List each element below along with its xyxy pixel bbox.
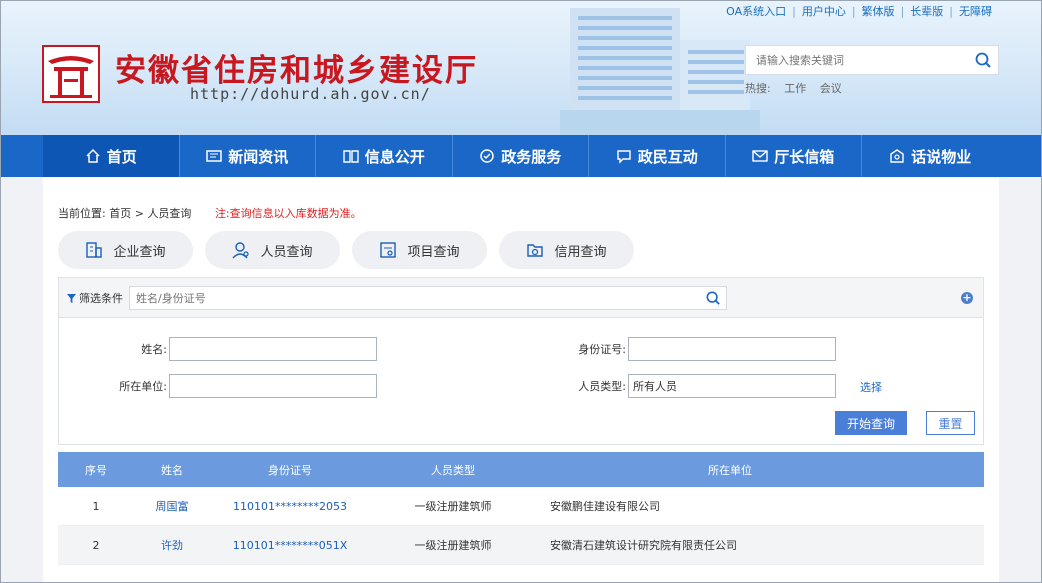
filter-label: 筛选条件 xyxy=(67,290,123,306)
col-header: 身份证号 xyxy=(268,463,312,477)
pavilion-logo-icon xyxy=(48,56,94,98)
col-header: 序号 xyxy=(85,463,107,477)
data-note: 注:查询信息以入库数据为准。 xyxy=(214,207,362,220)
tab-person-query[interactable]: 人员查询 xyxy=(205,231,340,269)
tab-credit-query[interactable]: 信用查询 xyxy=(499,231,634,269)
hot-word[interactable]: 工作 xyxy=(784,82,806,95)
oa-link[interactable]: OA系统入口 xyxy=(726,3,786,19)
funnel-icon xyxy=(67,293,76,303)
breadcrumb: 当前位置: 首页 > 人员查询 注:查询信息以入库数据为准。 xyxy=(58,207,362,220)
tab-project-query[interactable]: 项目查询 xyxy=(352,231,487,269)
person-name-link[interactable]: 周国富 xyxy=(134,498,210,514)
reset-button[interactable]: 重置 xyxy=(926,411,975,435)
id-row: 身份证号: xyxy=(549,337,836,361)
book-icon xyxy=(343,149,359,163)
person-type: 一级注册建筑师 xyxy=(414,539,492,552)
filter-bar: 筛选条件 + xyxy=(59,278,983,318)
type-field[interactable] xyxy=(628,374,836,398)
hot-search: 热搜: 工作 会议 xyxy=(745,80,852,96)
mail-icon xyxy=(752,149,768,163)
name-row: 姓名: xyxy=(89,337,377,361)
search-icon[interactable] xyxy=(968,46,998,74)
nav-item-property[interactable]: 话说物业 xyxy=(862,135,999,177)
hot-search-label: 热搜: xyxy=(745,82,771,95)
type-row: 人员类型: xyxy=(549,374,836,398)
nav-item-news[interactable]: 新闻资讯 xyxy=(180,135,316,177)
company-icon xyxy=(85,241,103,259)
elder-mode-link[interactable]: 长辈版 xyxy=(910,3,943,19)
user-center-link[interactable]: 用户中心 xyxy=(802,3,846,19)
main-nav: 首页 新闻资讯 信息公开 政务服务 政民互动 厅长信箱 话说物业 xyxy=(0,135,1042,177)
start-query-button[interactable]: 开始查询 xyxy=(835,411,907,435)
person-icon xyxy=(232,241,250,259)
tab-company-query[interactable]: 企业查询 xyxy=(58,231,193,269)
table-row: 1 周国富 110101********2053 一级注册建筑师 安徽鹏佳建设有… xyxy=(58,487,984,526)
main-panel: 当前位置: 首页 > 人员查询 注:查询信息以入库数据为准。 企业查询 人员查询… xyxy=(43,177,999,583)
project-icon xyxy=(379,241,397,259)
unit-row: 所在单位: xyxy=(89,374,377,398)
breadcrumb-home[interactable]: 首页 xyxy=(109,207,131,220)
news-icon xyxy=(206,149,222,163)
site-header: OA系统入口 | 用户中心 | 繁体版 | 长辈版 | 无障碍 安徽省住房和城乡… xyxy=(0,0,1042,135)
id-number-link[interactable]: 110101********2053 xyxy=(210,500,370,513)
name-field[interactable] xyxy=(169,337,377,361)
top-links: OA系统入口 | 用户中心 | 繁体版 | 长辈版 | 无障碍 xyxy=(726,3,992,19)
results-table: 序号 姓名 身份证号 人员类型 所在单位 1 周国富 110101*******… xyxy=(58,452,984,565)
company-name: 安徽清石建筑设计研究院有限责任公司 xyxy=(550,539,737,552)
query-tabs: 企业查询 人员查询 项目查询 信用查询 xyxy=(58,231,646,269)
chat-icon xyxy=(616,148,632,164)
nav-item-mailbox[interactable]: 厅长信箱 xyxy=(726,135,862,177)
type-label: 人员类型: xyxy=(578,380,626,393)
site-logo[interactable] xyxy=(42,45,100,103)
filter-panel: 筛选条件 + 姓名: 所在单位: 身份证号: 人员类型: 选择 开始查询 重置 xyxy=(58,277,984,445)
breadcrumb-current: 人员查询 xyxy=(147,207,192,220)
id-number-link[interactable]: 110101********051X xyxy=(210,539,370,552)
service-icon xyxy=(479,148,495,164)
table-row: 2 许劲 110101********051X 一级注册建筑师 安徽清石建筑设计… xyxy=(58,526,984,565)
site-title: 安徽省住房和城乡建设厅 xyxy=(115,53,478,89)
col-header: 人员类型 xyxy=(431,463,475,477)
nav-item-disclosure[interactable]: 信息公开 xyxy=(316,135,453,177)
home-icon xyxy=(85,148,101,164)
property-icon xyxy=(889,148,905,164)
company-name: 安徽鹏佳建设有限公司 xyxy=(550,500,660,513)
keyword-search xyxy=(129,286,727,310)
col-header: 所在单位 xyxy=(708,463,752,477)
nav-item-service[interactable]: 政务服务 xyxy=(453,135,589,177)
traditional-chinese-link[interactable]: 繁体版 xyxy=(862,3,895,19)
accessibility-link[interactable]: 无障碍 xyxy=(959,3,992,19)
id-label: 身份证号: xyxy=(578,343,626,356)
search-icon[interactable] xyxy=(700,291,726,305)
keyword-search-input[interactable] xyxy=(130,287,700,309)
nav-item-interaction[interactable]: 政民互动 xyxy=(589,135,726,177)
name-label: 姓名: xyxy=(141,343,167,356)
site-url: http://dohurd.ah.gov.cn/ xyxy=(190,85,431,103)
building-illustration xyxy=(560,8,760,135)
site-search xyxy=(745,45,999,75)
unit-field[interactable] xyxy=(169,374,377,398)
col-header: 姓名 xyxy=(161,463,183,477)
id-field[interactable] xyxy=(628,337,836,361)
unit-label: 所在单位: xyxy=(119,380,167,393)
person-type: 一级注册建筑师 xyxy=(414,500,492,513)
person-name-link[interactable]: 许劲 xyxy=(134,537,210,553)
table-header: 序号 姓名 身份证号 人员类型 所在单位 xyxy=(58,452,984,487)
row-index: 2 xyxy=(92,538,100,552)
credit-icon xyxy=(526,241,544,259)
expand-plus-icon[interactable]: + xyxy=(961,292,973,304)
hot-word[interactable]: 会议 xyxy=(820,82,842,95)
nav-item-home[interactable]: 首页 xyxy=(43,135,180,177)
site-search-input[interactable] xyxy=(746,46,968,74)
row-index: 1 xyxy=(92,499,100,513)
select-type-link[interactable]: 选择 xyxy=(860,379,882,395)
